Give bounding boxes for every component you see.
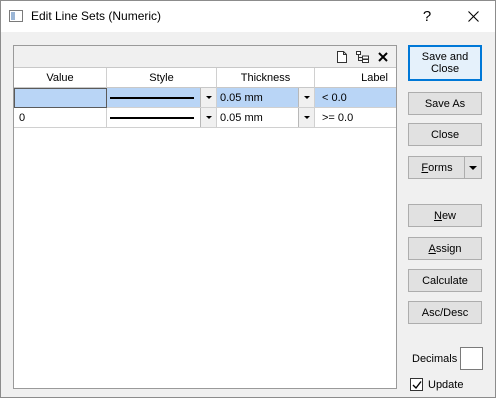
thickness-value: 0.05 mm: [220, 91, 263, 104]
asc-desc-button[interactable]: Asc/Desc: [408, 301, 482, 324]
chevron-down-icon: [205, 96, 212, 99]
thickness-value: 0.05 mm: [220, 111, 263, 124]
label-cell[interactable]: >= 0.0: [315, 108, 396, 128]
window-title: Edit Line Sets (Numeric): [31, 9, 162, 23]
decimals-label: Decimals: [412, 353, 458, 365]
value-cell[interactable]: [14, 88, 107, 108]
close-icon: [467, 11, 479, 22]
tree-view-icon[interactable]: [355, 50, 369, 64]
checkmark-icon: [412, 380, 422, 389]
new-document-icon[interactable]: [335, 50, 349, 64]
label-cell[interactable]: < 0.0: [315, 88, 396, 108]
line-sets-grid: Value Style Thickness Label 0.05 mm < 0.…: [13, 45, 397, 389]
help-button[interactable]: ?: [405, 1, 449, 32]
column-header-value[interactable]: Value: [14, 68, 107, 88]
style-dropdown-button[interactable]: [200, 88, 216, 107]
forms-button-label: Forms: [421, 161, 453, 174]
update-checkbox[interactable]: [410, 378, 423, 391]
chevron-down-icon: [205, 116, 212, 119]
thickness-dropdown-button[interactable]: [298, 88, 314, 107]
thickness-dropdown-button[interactable]: [298, 108, 314, 127]
calculate-button[interactable]: Calculate: [408, 269, 482, 292]
update-label: Update: [428, 379, 464, 391]
close-window-button[interactable]: [451, 1, 495, 32]
style-cell[interactable]: [107, 88, 217, 108]
grid-toolbar: [14, 46, 396, 68]
table-row[interactable]: 0 0.05 mm >= 0.0: [14, 108, 396, 128]
line-style-sample: [110, 96, 194, 99]
style-cell[interactable]: [107, 108, 217, 128]
assign-button[interactable]: Assign: [408, 237, 482, 260]
new-button-label: New: [433, 209, 456, 222]
line-style-sample: [110, 116, 194, 119]
edit-line-sets-dialog: Edit Line Sets (Numeric) ? Value Style T…: [0, 0, 496, 398]
thickness-cell[interactable]: 0.05 mm: [217, 88, 315, 108]
forms-button[interactable]: Forms: [408, 156, 482, 179]
assign-button-label: Assign: [428, 242, 462, 255]
style-dropdown-button[interactable]: [200, 108, 216, 127]
table-row[interactable]: 0.05 mm < 0.0: [14, 88, 396, 108]
chevron-down-icon: [469, 165, 477, 170]
column-header-thickness[interactable]: Thickness: [217, 68, 315, 88]
chevron-down-icon: [303, 116, 310, 119]
decimals-input[interactable]: [460, 347, 483, 370]
new-button[interactable]: New: [408, 204, 482, 227]
forms-menu-button[interactable]: [464, 157, 481, 178]
value-cell[interactable]: 0: [14, 108, 107, 128]
save-and-close-button[interactable]: Save and Close: [408, 45, 482, 81]
window-icon: [9, 10, 23, 22]
chevron-down-icon: [303, 96, 310, 99]
delete-icon[interactable]: [376, 50, 390, 64]
thickness-cell[interactable]: 0.05 mm: [217, 108, 315, 128]
column-header-label[interactable]: Label: [315, 68, 396, 88]
save-as-button[interactable]: Save As: [408, 92, 482, 115]
column-header-style[interactable]: Style: [107, 68, 217, 88]
title-bar: Edit Line Sets (Numeric) ?: [1, 1, 495, 32]
close-button[interactable]: Close: [408, 123, 482, 146]
